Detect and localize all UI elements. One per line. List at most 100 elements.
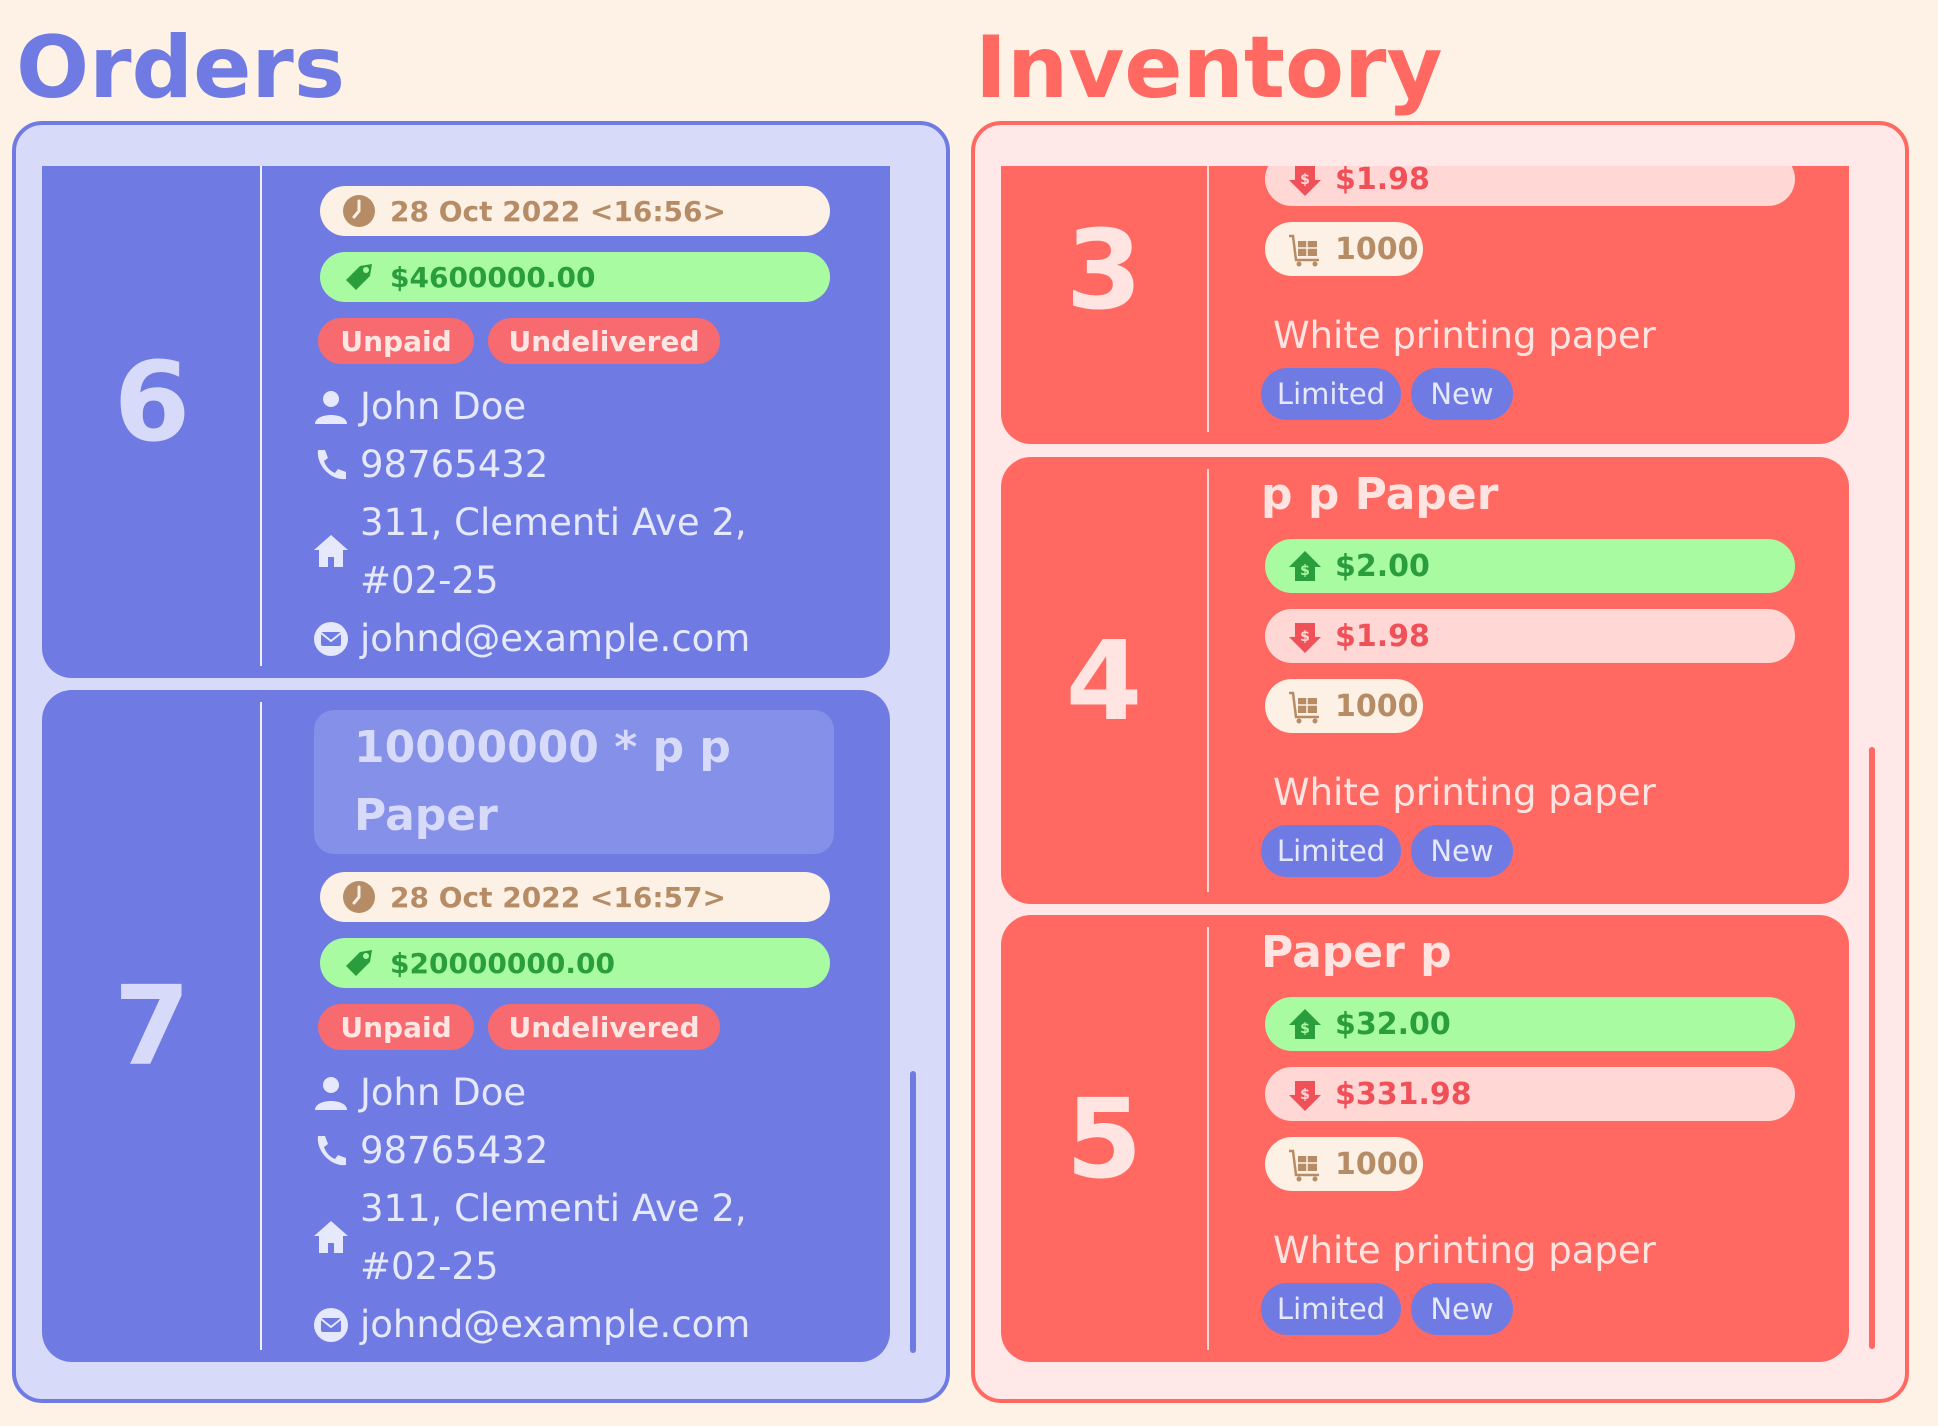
cost-price-icon: $ <box>1289 623 1321 653</box>
cost-price-pill: $ $1.98 <box>1265 166 1795 206</box>
price-tag-icon <box>346 950 372 976</box>
delivery-status-badge: Undelivered <box>488 1004 720 1050</box>
tag-chip-new: New <box>1411 1283 1513 1335</box>
customer-address-line1: 311, Clementi Ave 2, <box>360 501 747 544</box>
order-price-pill: $4600000.00 <box>320 252 830 302</box>
quantity-pill: 1000 <box>1265 1137 1423 1191</box>
cost-price-icon: $ <box>1289 1081 1321 1111</box>
inventory-card[interactable]: 5 Paper p $ $32.00 $ $331.98 1000 White … <box>1001 915 1849 1362</box>
tag-chip-limited: Limited <box>1261 1283 1401 1335</box>
order-date: 28 Oct 2022 <16:57> <box>390 880 726 914</box>
card-divider <box>1207 927 1209 1350</box>
orders-list-viewport[interactable]: 6 28 Oct 2022 <16:56> $4600000.00 Unpaid… <box>16 166 946 1381</box>
svg-text:$: $ <box>1300 629 1310 645</box>
quantity-cart-icon <box>1289 691 1319 724</box>
customer-address-line2: #02-25 <box>360 1245 499 1288</box>
clock-icon <box>343 881 375 913</box>
order-price: $4600000.00 <box>390 260 596 294</box>
customer-address-line2: #02-25 <box>360 559 499 602</box>
sell-price-pill: $ $2.00 <box>1265 539 1795 593</box>
person-icon <box>315 391 347 424</box>
sell-price-icon: $ <box>1289 551 1321 581</box>
svg-text:$: $ <box>1300 563 1310 579</box>
email-icon <box>314 1308 348 1342</box>
item-description: White printing paper <box>1273 314 1656 357</box>
home-icon <box>314 1221 348 1253</box>
inventory-heading: Inventory <box>975 18 1443 118</box>
order-date-pill: 28 Oct 2022 <16:57> <box>320 872 830 922</box>
payment-status-badge: Unpaid <box>318 1004 474 1050</box>
delivery-status-badge: Undelivered <box>488 318 720 364</box>
sell-price-icon: $ <box>1289 1009 1321 1039</box>
quantity-cart-icon <box>1289 1149 1319 1182</box>
order-price: $20000000.00 <box>390 946 615 980</box>
customer-name: John Doe <box>360 1071 527 1114</box>
order-title-line2: Paper <box>354 790 498 841</box>
cost-price: $331.98 <box>1335 1076 1472 1112</box>
payment-status-badge: Unpaid <box>318 318 474 364</box>
sell-price: $32.00 <box>1335 1006 1451 1042</box>
cost-price: $1.98 <box>1335 166 1430 197</box>
order-card[interactable]: 7 10000000 * p p Paper 28 Oct 2022 <16:5… <box>42 690 890 1362</box>
order-title-box: 10000000 * p p Paper <box>314 710 834 854</box>
order-index: 6 <box>113 338 191 466</box>
svg-text:$: $ <box>1300 1021 1310 1037</box>
email-icon <box>314 622 348 656</box>
item-index: 4 <box>1065 616 1143 745</box>
customer-email: johnd@example.com <box>360 1303 751 1346</box>
inventory-list-viewport[interactable]: 3 $ $1.98 1000 White printing paper Limi… <box>975 166 1905 1381</box>
order-date-pill: 28 Oct 2022 <16:56> <box>320 186 830 236</box>
quantity: 1000 <box>1335 1146 1419 1182</box>
svg-text:$: $ <box>1300 1087 1310 1103</box>
item-name: p p Paper <box>1261 469 1499 520</box>
clock-icon <box>343 195 375 227</box>
customer-phone: 98765432 <box>360 443 549 486</box>
phone-icon <box>317 1136 346 1166</box>
order-card[interactable]: 6 28 Oct 2022 <16:56> $4600000.00 Unpaid… <box>42 166 890 678</box>
tag-chip-new: New <box>1411 825 1513 877</box>
card-divider <box>260 166 262 666</box>
item-index: 3 <box>1065 206 1143 334</box>
customer-phone: 98765432 <box>360 1129 549 1172</box>
item-description: White printing paper <box>1273 1229 1656 1272</box>
tag-chip-limited: Limited <box>1261 825 1401 877</box>
phone-icon <box>317 450 346 480</box>
customer-name: John Doe <box>360 385 527 428</box>
orders-list-panel[interactable]: 6 28 Oct 2022 <16:56> $4600000.00 Unpaid… <box>12 121 950 1403</box>
price-tag-icon <box>346 264 372 290</box>
quantity-pill: 1000 <box>1265 679 1423 733</box>
quantity: 1000 <box>1335 688 1419 724</box>
inventory-list-panel[interactable]: 3 $ $1.98 1000 White printing paper Limi… <box>971 121 1909 1403</box>
cost-price-pill: $ $1.98 <box>1265 609 1795 663</box>
quantity-pill: 1000 <box>1265 222 1423 276</box>
order-date: 28 Oct 2022 <16:56> <box>390 194 726 228</box>
person-icon <box>315 1077 347 1110</box>
customer-address-line1: 311, Clementi Ave 2, <box>360 1187 747 1230</box>
cost-price-icon: $ <box>1289 166 1321 196</box>
sell-price: $2.00 <box>1335 548 1430 584</box>
card-divider <box>1207 166 1209 432</box>
inventory-card[interactable]: 4 p p Paper $ $2.00 $ $1.98 1000 White p… <box>1001 457 1849 904</box>
order-index: 7 <box>113 962 191 1090</box>
item-name: Paper p <box>1261 927 1452 978</box>
home-icon <box>314 535 348 567</box>
tag-chip-limited: Limited <box>1261 368 1401 420</box>
order-title-line1: 10000000 * p p <box>354 722 731 773</box>
cost-price-pill: $ $331.98 <box>1265 1067 1795 1121</box>
card-divider <box>1207 469 1209 892</box>
quantity-cart-icon <box>1289 234 1319 267</box>
inventory-card[interactable]: 3 $ $1.98 1000 White printing paper Limi… <box>1001 166 1849 444</box>
cost-price: $1.98 <box>1335 618 1430 654</box>
card-divider <box>260 702 262 1350</box>
svg-text:$: $ <box>1300 172 1310 188</box>
orders-scrollbar[interactable] <box>910 1071 916 1353</box>
sell-price-pill: $ $32.00 <box>1265 997 1795 1051</box>
customer-email: johnd@example.com <box>360 617 751 660</box>
inventory-scrollbar[interactable] <box>1869 747 1875 1349</box>
order-price-pill: $20000000.00 <box>320 938 830 988</box>
orders-heading: Orders <box>16 18 346 118</box>
item-index: 5 <box>1065 1074 1143 1203</box>
tag-chip-new: New <box>1411 368 1513 420</box>
item-description: White printing paper <box>1273 771 1656 814</box>
quantity: 1000 <box>1335 231 1419 267</box>
